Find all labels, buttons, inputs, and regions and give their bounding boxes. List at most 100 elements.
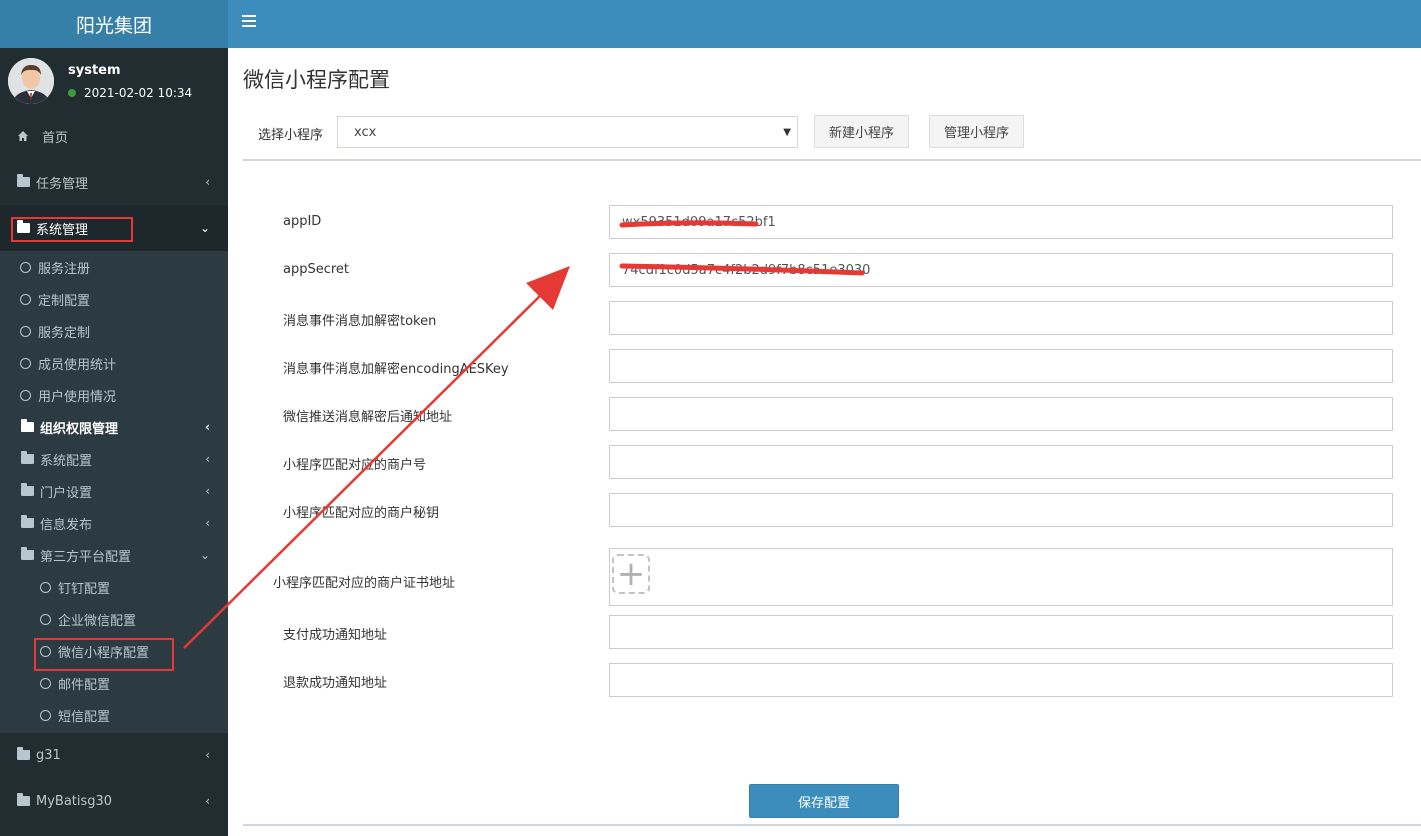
- sidebar-item-label: 门户设置: [40, 485, 93, 501]
- sidebar-item-dingtalk[interactable]: 钉钉配置: [0, 576, 228, 598]
- user-status: 2021-02-02 10:34: [68, 86, 192, 100]
- refund-notify-input[interactable]: [609, 663, 1393, 697]
- select-value: xcx: [354, 124, 377, 140]
- notify-url-label: 微信推送消息解密后通知地址: [283, 410, 453, 425]
- token-label: 消息事件消息加解密token: [283, 314, 437, 329]
- divider: [243, 824, 1421, 826]
- folder-icon: [16, 747, 30, 762]
- sidebar-item-label: 成员使用统计: [38, 357, 117, 373]
- circle-icon: [20, 261, 31, 273]
- chevron-left-icon: ‹: [205, 484, 210, 498]
- appid-input[interactable]: wx59351d09a17c52bf1: [609, 205, 1393, 239]
- sidebar-item-label: 定制配置: [38, 293, 91, 309]
- mch-id-input[interactable]: [609, 445, 1393, 479]
- sidebar-item-task-mgmt[interactable]: 任务管理 ‹: [0, 170, 228, 194]
- sidebar-item-mail[interactable]: 邮件配置: [0, 672, 228, 694]
- sidebar-item-mybatis[interactable]: MyBatisg30 ‹: [0, 789, 228, 813]
- notify-url-input[interactable]: [609, 397, 1393, 431]
- sidebar-item-label: 企业微信配置: [58, 613, 137, 629]
- mch-key-input[interactable]: [609, 493, 1393, 527]
- sidebar-item-info-publish[interactable]: 信息发布 ‹: [0, 512, 228, 534]
- sidebar-item-label: 用户使用情况: [38, 389, 117, 405]
- sidebar-item-label: 任务管理: [36, 176, 89, 192]
- sidebar-item-user-usage[interactable]: 用户使用情况: [0, 384, 228, 406]
- sidebar-item-label: 第三方平台配置: [40, 549, 132, 565]
- sidebar-item-label: MyBatisg30: [36, 793, 113, 809]
- chevron-down-icon: ▼: [783, 127, 791, 138]
- sidebar-item-label: 首页: [42, 130, 69, 146]
- chevron-left-icon: ‹: [205, 516, 210, 530]
- pay-notify-label: 支付成功通知地址: [283, 628, 388, 643]
- mch-id-label: 小程序匹配对应的商户号: [283, 458, 427, 473]
- chevron-down-icon: ⌄: [199, 548, 210, 562]
- sidebar-item-service-custom[interactable]: 服务定制: [0, 320, 228, 342]
- sidebar-item-label: 信息发布: [40, 517, 93, 533]
- sidebar-item-service-register[interactable]: 服务注册: [0, 256, 228, 278]
- chevron-down-icon: ⌄: [199, 221, 210, 235]
- new-miniprogram-button[interactable]: 新建小程序: [814, 115, 909, 148]
- mch-key-label: 小程序匹配对应的商户秘钥: [283, 506, 440, 521]
- sidebar-item-sms[interactable]: 短信配置: [0, 704, 228, 726]
- sidebar-item-org-perm[interactable]: 组织权限管理 ‹: [0, 416, 228, 438]
- chevron-left-icon: ‹: [205, 420, 210, 434]
- menu-toggle-icon[interactable]: [242, 15, 256, 29]
- select-label: 选择小程序: [258, 128, 324, 143]
- sidebar-item-label: 短信配置: [58, 709, 111, 725]
- folder-icon: [20, 547, 34, 562]
- circle-icon: [40, 677, 51, 689]
- chevron-left-icon: ‹: [205, 794, 210, 808]
- plus-icon[interactable]: +: [612, 554, 650, 594]
- refund-notify-label: 退款成功通知地址: [283, 676, 388, 691]
- cert-upload-area: +: [609, 548, 1393, 606]
- appsecret-value: 74cdf1c0d5a7c4f2b2d9f7b8c51e3030: [622, 262, 871, 278]
- brand-logo[interactable]: 阳光集团: [0, 0, 228, 48]
- folder-icon: [16, 793, 30, 808]
- sidebar-item-label: 服务定制: [38, 325, 91, 341]
- circle-icon: [20, 325, 31, 337]
- miniprogram-select[interactable]: xcx ▼: [337, 116, 798, 148]
- top-navbar: [228, 0, 1421, 48]
- folder-icon: [16, 174, 30, 189]
- sidebar-item-sys-config[interactable]: 系统配置 ‹: [0, 448, 228, 470]
- circle-icon: [40, 613, 51, 625]
- appid-label: appID: [283, 214, 322, 229]
- cert-label: 小程序匹配对应的商户证书地址: [273, 576, 456, 591]
- folder-icon: [20, 483, 34, 498]
- appsecret-input[interactable]: 74cdf1c0d5a7c4f2b2d9f7b8c51e3030: [609, 253, 1393, 287]
- sidebar-item-label: 钉钉配置: [58, 581, 111, 597]
- folder-icon: [20, 451, 34, 466]
- appid-value: wx59351d09a17c52bf1: [622, 214, 776, 230]
- username: system: [68, 63, 121, 78]
- highlight-box-system-mgmt: [11, 217, 133, 242]
- chevron-left-icon: ‹: [205, 748, 210, 762]
- sidebar-item-third-party[interactable]: 第三方平台配置 ⌄: [0, 544, 228, 566]
- aeskey-input[interactable]: [609, 349, 1393, 383]
- chevron-left-icon: ‹: [205, 452, 210, 466]
- token-input[interactable]: [609, 301, 1393, 335]
- save-config-button[interactable]: 保存配置: [749, 784, 899, 818]
- sidebar-item-label: 系统配置: [40, 453, 93, 469]
- sidebar-item-label: 组织权限管理: [40, 421, 119, 437]
- manage-miniprogram-button[interactable]: 管理小程序: [929, 115, 1024, 148]
- highlight-box-wx-mini: [34, 638, 174, 671]
- aeskey-label: 消息事件消息加解密encodingAESKey: [283, 362, 509, 377]
- circle-icon: [40, 581, 51, 593]
- circle-icon: [20, 293, 31, 305]
- sidebar-item-wecom[interactable]: 企业微信配置: [0, 608, 228, 630]
- sidebar-item-member-stats[interactable]: 成员使用统计: [0, 352, 228, 374]
- appsecret-label: appSecret: [283, 262, 350, 277]
- online-status-icon: [68, 89, 76, 97]
- sidebar-item-label: 服务注册: [38, 261, 91, 277]
- sidebar-item-portal-settings[interactable]: 门户设置 ‹: [0, 480, 228, 502]
- pay-notify-input[interactable]: [609, 615, 1393, 649]
- folder-icon: [20, 419, 34, 434]
- sidebar-item-home[interactable]: 首页: [0, 124, 228, 148]
- sidebar-item-custom-config[interactable]: 定制配置: [0, 288, 228, 310]
- login-time: 2021-02-02 10:34: [84, 86, 193, 100]
- sidebar-item-g31[interactable]: g31 ‹: [0, 743, 228, 767]
- circle-icon: [20, 357, 31, 369]
- avatar: [8, 58, 54, 104]
- sidebar-item-label: g31: [36, 747, 61, 763]
- circle-icon: [40, 709, 51, 721]
- chevron-left-icon: ‹: [205, 175, 210, 189]
